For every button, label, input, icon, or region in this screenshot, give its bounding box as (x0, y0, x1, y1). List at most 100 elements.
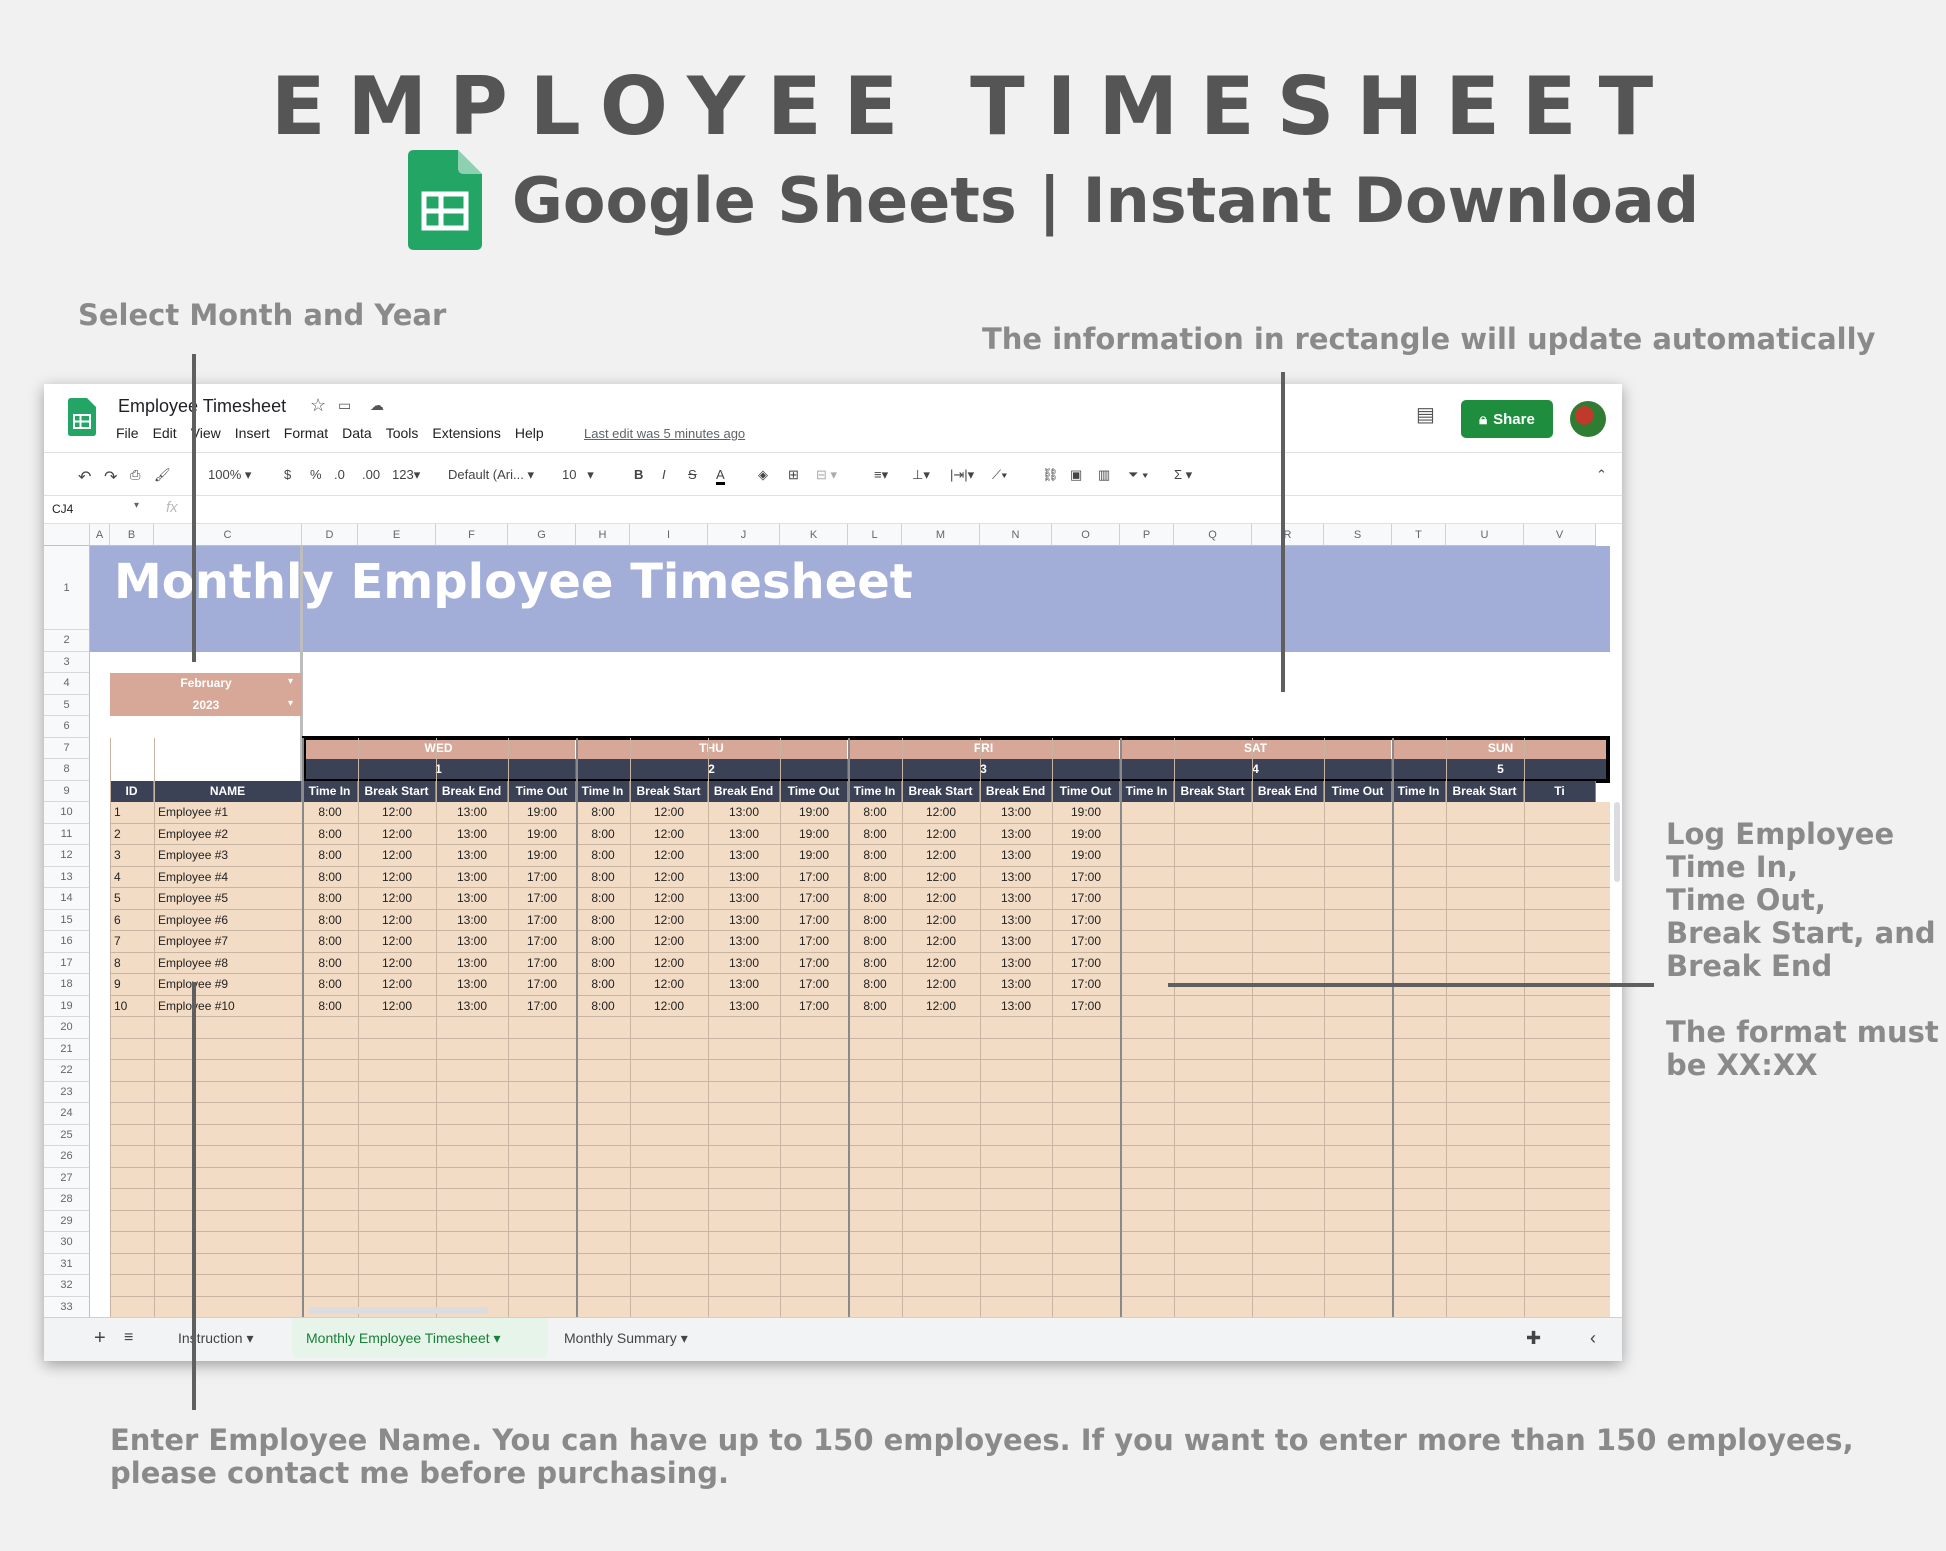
time-cell[interactable]: 13:00 (708, 870, 780, 884)
column-header[interactable]: P (1120, 524, 1174, 546)
tab-monthly-summary[interactable]: Monthly Summary ▾ (564, 1318, 688, 1358)
bold-icon[interactable]: B (634, 467, 643, 482)
row-header[interactable]: 10 (44, 802, 90, 824)
time-cell[interactable]: 17:00 (508, 870, 576, 884)
time-cell[interactable]: 17:00 (508, 999, 576, 1013)
time-cell[interactable]: 12:00 (902, 870, 980, 884)
time-cell[interactable]: 13:00 (708, 848, 780, 862)
spreadsheet-grid[interactable]: A B C D E F G H I J K L M N O P Q R S T U V 1 2 3 4 5 6 7 8 9 10 11 12 13 1… (44, 524, 1622, 1317)
row-header[interactable]: 16 (44, 931, 90, 953)
row-header[interactable]: 21 (44, 1038, 90, 1060)
column-header[interactable]: M (902, 524, 980, 546)
time-cell[interactable]: 8:00 (302, 934, 358, 948)
time-cell[interactable]: 12:00 (902, 934, 980, 948)
time-cell[interactable]: 8:00 (302, 913, 358, 927)
menu-help[interactable]: Help (515, 425, 544, 441)
time-cell[interactable]: 13:00 (436, 956, 508, 970)
column-header[interactable]: Q (1174, 524, 1252, 546)
employee-id-cell[interactable]: 7 (114, 934, 121, 948)
employee-name-cell[interactable]: Employee #4 (158, 870, 228, 884)
row-header[interactable]: 12 (44, 845, 90, 867)
column-header[interactable]: A (90, 524, 110, 546)
time-cell[interactable]: 17:00 (508, 891, 576, 905)
row-header[interactable]: 11 (44, 823, 90, 845)
zoom-select[interactable]: 100% ▾ (208, 467, 251, 483)
time-cell[interactable]: 8:00 (576, 805, 630, 819)
time-cell[interactable]: 8:00 (848, 827, 902, 841)
column-header[interactable]: O (1052, 524, 1120, 546)
row-header[interactable]: 26 (44, 1146, 90, 1168)
time-cell[interactable]: 12:00 (630, 999, 708, 1013)
avatar[interactable] (1570, 401, 1606, 437)
employee-name-cell[interactable]: Employee #3 (158, 848, 228, 862)
time-cell[interactable]: 8:00 (576, 913, 630, 927)
text-rotation-icon[interactable]: ⟋▾ (992, 467, 1007, 483)
row-header[interactable]: 29 (44, 1210, 90, 1232)
row-header[interactable]: 18 (44, 974, 90, 996)
time-cell[interactable]: 8:00 (848, 870, 902, 884)
time-cell[interactable]: 13:00 (436, 870, 508, 884)
time-cell[interactable]: 12:00 (902, 977, 980, 991)
time-cell[interactable]: 13:00 (436, 913, 508, 927)
horizontal-scrollbar[interactable] (308, 1307, 488, 1314)
document-title[interactable]: Employee Timesheet (118, 396, 286, 417)
insert-comment-icon[interactable]: ▣ (1070, 467, 1082, 483)
time-cell[interactable]: 12:00 (358, 956, 436, 970)
time-cell[interactable]: 13:00 (708, 956, 780, 970)
column-header[interactable]: E (358, 524, 436, 546)
paint-format-icon[interactable]: 🖌︎ (154, 467, 171, 483)
time-cell[interactable]: 8:00 (302, 827, 358, 841)
add-sheet-icon[interactable]: + (94, 1318, 106, 1358)
row-header[interactable]: 3 (44, 651, 90, 673)
last-edit-link[interactable]: Last edit was 5 minutes ago (584, 426, 745, 441)
currency-button[interactable]: $ (284, 467, 291, 482)
time-cell[interactable]: 8:00 (848, 891, 902, 905)
time-cell[interactable]: 8:00 (576, 848, 630, 862)
year-dropdown-icon[interactable]: ▾ (288, 698, 293, 709)
time-cell[interactable]: 19:00 (1052, 848, 1120, 862)
filter-icon[interactable]: ⏷ ▾ (1128, 467, 1148, 483)
employee-id-cell[interactable]: 5 (114, 891, 121, 905)
time-cell[interactable]: 13:00 (980, 999, 1052, 1013)
time-cell[interactable]: 13:00 (708, 934, 780, 948)
row-header[interactable]: 5 (44, 694, 90, 716)
employee-id-cell[interactable]: 2 (114, 827, 121, 841)
employee-id-cell[interactable]: 1 (114, 805, 121, 819)
time-cell[interactable]: 17:00 (780, 870, 848, 884)
time-cell[interactable]: 12:00 (630, 870, 708, 884)
time-cell[interactable]: 13:00 (708, 827, 780, 841)
name-box[interactable]: CJ4 (52, 502, 73, 516)
time-cell[interactable]: 17:00 (1052, 934, 1120, 948)
collapse-side-panel-icon[interactable]: ‹ (1590, 1318, 1596, 1358)
time-cell[interactable]: 19:00 (508, 827, 576, 841)
column-header[interactable]: N (980, 524, 1052, 546)
star-icon[interactable]: ☆ (310, 395, 326, 416)
time-cell[interactable]: 17:00 (508, 977, 576, 991)
time-cell[interactable]: 13:00 (436, 848, 508, 862)
time-cell[interactable]: 13:00 (980, 827, 1052, 841)
time-cell[interactable]: 12:00 (358, 913, 436, 927)
time-cell[interactable]: 8:00 (302, 999, 358, 1013)
time-cell[interactable]: 17:00 (508, 913, 576, 927)
time-cell[interactable]: 19:00 (508, 805, 576, 819)
time-cell[interactable]: 12:00 (358, 870, 436, 884)
column-header[interactable]: B (110, 524, 154, 546)
row-header[interactable]: 14 (44, 888, 90, 910)
row-header[interactable]: 8 (44, 759, 90, 781)
select-all-corner[interactable] (44, 524, 90, 546)
time-cell[interactable]: 12:00 (358, 934, 436, 948)
time-cell[interactable]: 17:00 (1052, 956, 1120, 970)
time-cell[interactable]: 17:00 (780, 891, 848, 905)
all-sheets-icon[interactable]: ≡ (124, 1318, 133, 1358)
menu-extensions[interactable]: Extensions (432, 425, 500, 441)
time-cell[interactable]: 13:00 (980, 805, 1052, 819)
time-cell[interactable]: 12:00 (358, 977, 436, 991)
column-header[interactable]: R (1252, 524, 1324, 546)
row-header[interactable]: 24 (44, 1103, 90, 1125)
column-header[interactable]: C (154, 524, 302, 546)
fill-color-icon[interactable]: ◈ (758, 467, 768, 483)
time-cell[interactable]: 19:00 (508, 848, 576, 862)
time-cell[interactable]: 13:00 (708, 891, 780, 905)
time-cell[interactable]: 8:00 (848, 913, 902, 927)
number-format-select[interactable]: 123▾ (392, 467, 420, 483)
